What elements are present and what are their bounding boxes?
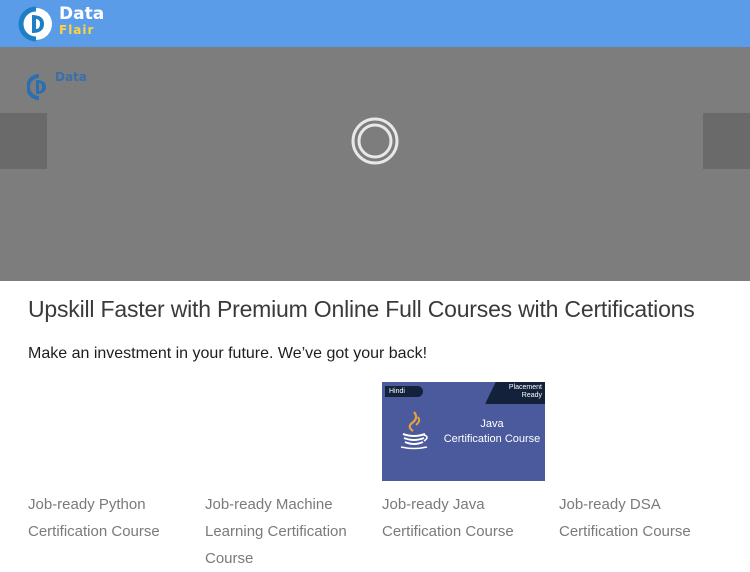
course-title-link[interactable]: Job-ready Java Certification Course xyxy=(382,491,547,545)
hero-slider-overlay: Data xyxy=(0,47,750,281)
logo-text-data: Data xyxy=(59,4,105,24)
site-header: Data Flair xyxy=(0,0,750,47)
slider-logo: Data xyxy=(27,71,107,101)
logo-mark-icon xyxy=(18,6,52,42)
placement-badge-line2: Ready xyxy=(521,392,542,399)
loading-spinner-icon xyxy=(351,117,399,165)
course-title-link[interactable]: Job-ready Python Certification Course xyxy=(28,491,193,545)
placement-badge-line1: Placement xyxy=(508,384,542,391)
course-thumbnail[interactable]: Hindi Placement Ready Java Certification… xyxy=(382,382,545,481)
placement-badge: Placement Ready xyxy=(485,382,545,404)
course-title-link[interactable]: Job-ready DSA Certification Course xyxy=(559,491,724,545)
thumbnail-title-line1: Java xyxy=(480,418,504,430)
dataflair-logo[interactable]: Data Flair xyxy=(18,3,128,45)
slider-logo-text: Data xyxy=(55,70,87,84)
course-title-link[interactable]: Job-ready Machine Learning Certification… xyxy=(205,491,370,572)
slider-prev-button[interactable] xyxy=(0,113,47,169)
java-cup-icon xyxy=(400,411,428,450)
page-title: Upskill Faster with Premium Online Full … xyxy=(28,296,695,322)
slider-next-button[interactable] xyxy=(703,113,750,169)
logo-mark-icon xyxy=(27,74,46,100)
logo-text-flair: Flair xyxy=(59,23,95,37)
language-tag: Hindi xyxy=(385,386,423,397)
thumbnail-title: Java Certification Course xyxy=(440,417,544,447)
thumbnail-title-line2: Certification Course xyxy=(443,433,541,445)
page-subtitle: Make an investment in your future. We’ve… xyxy=(28,345,428,362)
